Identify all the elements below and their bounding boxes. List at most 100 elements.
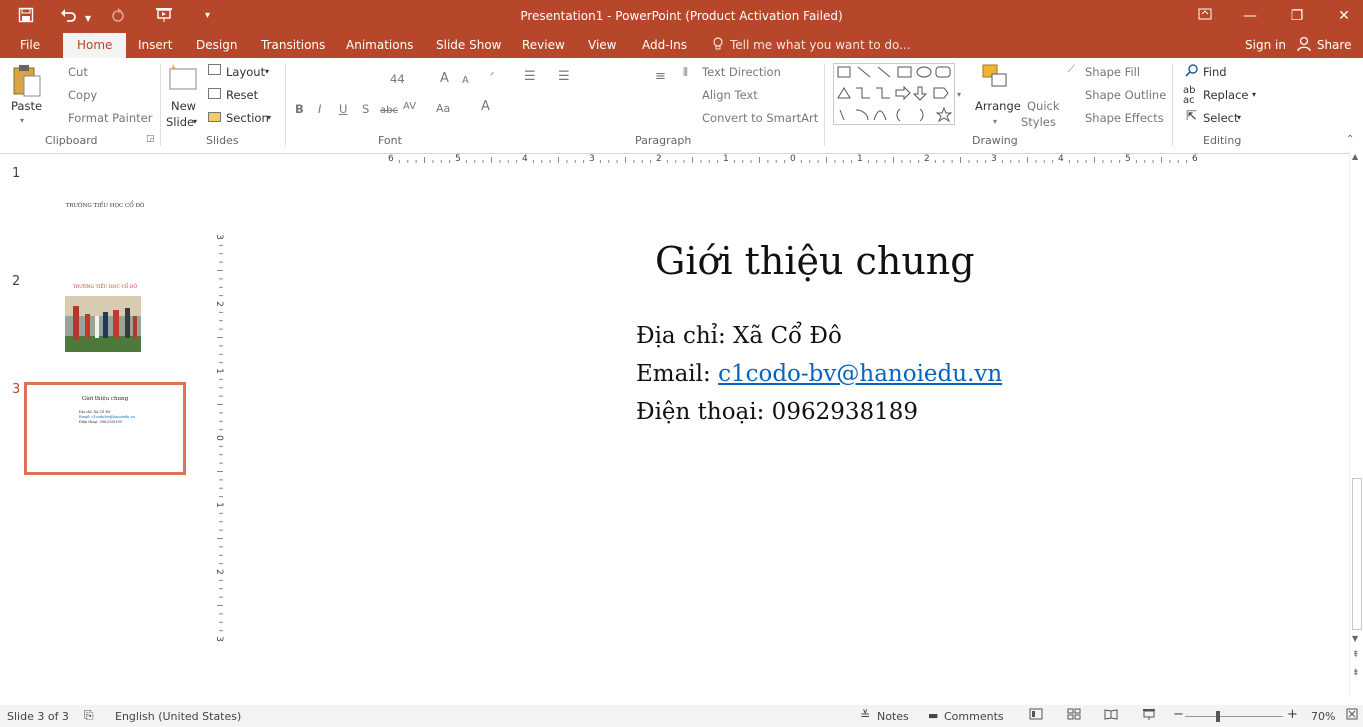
slide-thumbnail-2[interactable]: TRƯỜNG TIỂU HỌC CỔ ĐÔ (25, 278, 185, 368)
shapes-gallery-more-icon[interactable]: ▾ (957, 88, 961, 102)
zoom-level[interactable]: 70% (1311, 710, 1335, 723)
zoom-slider-track[interactable] (1185, 716, 1283, 717)
copy-button[interactable]: Copy (68, 88, 97, 102)
language-status[interactable]: English (United States) (115, 710, 241, 723)
select-button[interactable]: Select (1203, 111, 1238, 125)
slide-email-line[interactable]: Email: c1codo-bv@hanoiedu.vn (636, 361, 1002, 387)
scroll-up-icon[interactable]: ▲ (1352, 152, 1358, 161)
slide-thumbnail-3-selected[interactable]: Giới thiệu chung Địa chỉ: Xã Cổ Đô Email… (24, 382, 186, 475)
tab-animations[interactable]: Animations (346, 33, 413, 58)
tab-add-ins[interactable]: Add-Ins (642, 33, 687, 58)
paste-dropdown-icon[interactable]: ▾ (20, 114, 24, 128)
change-case-button[interactable]: Aa (436, 102, 450, 116)
grow-font-button[interactable]: A (440, 72, 449, 86)
clipboard-launcher-icon[interactable]: ◲ (146, 134, 155, 144)
zoom-in-icon[interactable]: + (1287, 707, 1298, 722)
tab-transitions[interactable]: Transitions (261, 33, 325, 58)
character-spacing-button[interactable]: AV (403, 100, 416, 114)
reset-button[interactable]: Reset (226, 88, 258, 102)
tell-me-search[interactable]: Tell me what you want to do... (730, 33, 911, 58)
spell-check-icon[interactable]: ⎘ (84, 708, 94, 723)
scroll-down-icon[interactable]: ▼ (1352, 634, 1358, 643)
tab-review[interactable]: Review (522, 33, 565, 58)
zoom-slider-thumb[interactable] (1216, 711, 1220, 722)
slide-title[interactable]: Giới thiệu chung (655, 239, 975, 283)
slide-canvas[interactable]: Giới thiệu chung Địa chỉ: Xã Cổ Đô Email… (228, 175, 1348, 685)
underline-button[interactable]: U (339, 102, 347, 116)
shrink-font-button[interactable]: A (462, 74, 469, 88)
bold-button[interactable]: B (295, 102, 304, 116)
sign-in-link[interactable]: Sign in (1245, 33, 1286, 58)
new-slide-dropdown-icon[interactable]: ▾ (193, 115, 197, 129)
shape-fill-button[interactable]: Shape Fill (1085, 65, 1140, 79)
new-slide-icon[interactable] (167, 63, 199, 94)
collapse-ribbon-icon[interactable]: ⌃ (1346, 134, 1354, 145)
strikethrough-button[interactable]: abc (380, 104, 398, 118)
arrange-dropdown-icon[interactable]: ▾ (993, 115, 997, 129)
convert-smartart-button[interactable]: Convert to SmartArt (702, 111, 818, 125)
section-dropdown-icon[interactable]: ▾ (267, 111, 271, 125)
layout-button[interactable]: Layout (226, 65, 265, 79)
tab-view[interactable]: View (588, 33, 616, 58)
select-dropdown-icon[interactable]: ▾ (1237, 111, 1241, 125)
vertical-scrollbar[interactable]: ▲ ▼ ⇞ ⇟ (1349, 150, 1363, 698)
normal-view-icon[interactable] (1029, 708, 1043, 723)
font-size-box[interactable]: 44 (390, 72, 405, 86)
scrollbar-thumb[interactable] (1352, 478, 1362, 630)
shadow-button[interactable]: S (362, 102, 369, 116)
numbering-icon[interactable]: ☰ (558, 70, 570, 84)
ribbon-display-icon[interactable] (1190, 5, 1220, 27)
notes-button[interactable]: Notes (877, 710, 909, 723)
paste-button[interactable]: Paste (11, 99, 42, 113)
slide-sorter-icon[interactable] (1067, 708, 1081, 723)
next-slide-icon[interactable]: ⇟ (1352, 668, 1360, 678)
tab-file[interactable]: File (20, 33, 40, 58)
slide-show-icon[interactable] (1142, 708, 1156, 723)
new-slide-button[interactable]: New (171, 99, 196, 113)
format-painter-button[interactable]: Format Painter (68, 111, 152, 125)
slide-phone[interactable]: Điện thoại: 0962938189 (636, 399, 918, 425)
bullets-icon[interactable]: ☰ (524, 70, 536, 84)
replace-dropdown-icon[interactable]: ▾ (1252, 88, 1256, 102)
shape-fill-icon[interactable]: ⟋ (1068, 63, 1075, 77)
new-slide-label[interactable]: Slide (166, 115, 194, 129)
quick-styles-button[interactable]: Quick (1027, 99, 1060, 113)
slide-address[interactable]: Địa chỉ: Xã Cổ Đô (636, 323, 842, 349)
find-button[interactable]: Find (1203, 65, 1227, 79)
close-icon[interactable]: ✕ (1329, 5, 1359, 27)
comments-button[interactable]: Comments (944, 710, 1004, 723)
fit-to-window-icon[interactable] (1346, 708, 1358, 723)
replace-button[interactable]: Replace (1203, 88, 1249, 102)
shapes-gallery[interactable] (833, 63, 955, 125)
zoom-out-icon[interactable]: − (1173, 707, 1184, 722)
align-icon[interactable]: ≡ (655, 70, 666, 84)
shape-outline-button[interactable]: Shape Outline (1085, 88, 1166, 102)
quick-styles-label[interactable]: Styles (1021, 115, 1056, 129)
notes-icon: ≚ (860, 708, 871, 722)
tab-home[interactable]: Home (63, 33, 127, 58)
tab-insert[interactable]: Insert (138, 33, 172, 58)
previous-slide-icon[interactable]: ⇞ (1352, 650, 1360, 660)
cut-button[interactable]: Cut (68, 65, 88, 79)
text-direction-button[interactable]: Text Direction (702, 65, 781, 79)
share-button[interactable]: Share (1297, 33, 1351, 58)
arrange-icon[interactable] (982, 64, 1010, 95)
tab-design[interactable]: Design (196, 33, 237, 58)
section-button[interactable]: Section (226, 111, 269, 125)
restore-icon[interactable]: ❐ (1282, 5, 1312, 27)
font-color-button[interactable]: A (481, 100, 490, 114)
arrange-button[interactable]: Arrange (975, 99, 1021, 113)
italic-button[interactable]: I (318, 102, 321, 116)
minimize-icon[interactable]: — (1235, 5, 1265, 27)
shape-effects-button[interactable]: Shape Effects (1085, 111, 1164, 125)
clear-formatting-icon[interactable]: ᐟ (490, 70, 494, 84)
reading-view-icon[interactable] (1104, 708, 1118, 723)
slide-thumbnail-1[interactable]: TRƯỜNG TIỂU HỌC CỔ ĐÔ (25, 170, 185, 260)
paste-icon[interactable] (12, 64, 42, 101)
tab-slide-show[interactable]: Slide Show (436, 33, 501, 58)
layout-dropdown-icon[interactable]: ▾ (265, 65, 269, 79)
text-direction-icon[interactable]: ⫴ (683, 65, 688, 79)
align-text-button[interactable]: Align Text (702, 88, 758, 102)
email-link[interactable]: c1codo-bv@hanoiedu.vn (718, 361, 1002, 387)
ribbon-tabs: File Home Insert Design Transitions Anim… (0, 33, 1363, 58)
